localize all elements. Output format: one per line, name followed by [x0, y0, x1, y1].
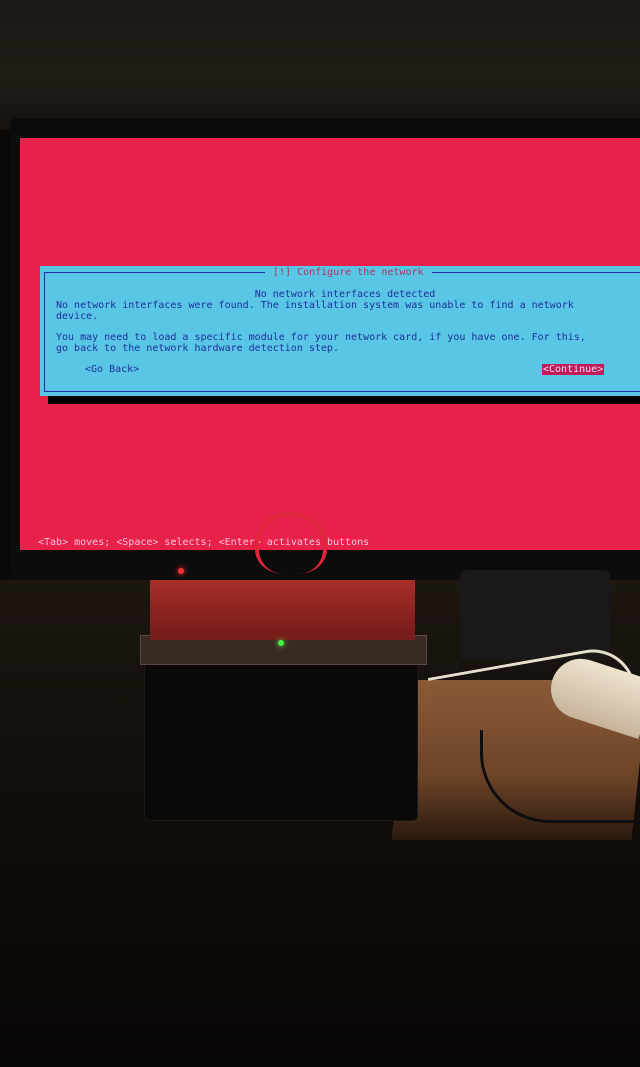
dialog-message-not-found: No network interfaces were found. The in… — [56, 300, 574, 322]
dialog-title: [!] Configure the network — [265, 267, 432, 278]
circuit-board — [150, 580, 415, 640]
red-ribbon-cable — [255, 512, 327, 574]
room-background — [0, 0, 640, 130]
dialog-heading: No network interfaces detected — [254, 289, 436, 300]
speaker — [460, 570, 610, 660]
monitor-screen: [!] Configure the network No network int… — [20, 138, 640, 550]
green-led-icon — [278, 640, 284, 646]
device-case — [145, 655, 417, 820]
continue-button[interactable]: <Continue> — [542, 364, 605, 375]
red-led-icon — [178, 568, 184, 574]
configure-network-dialog: [!] Configure the network No network int… — [40, 266, 640, 396]
dialog-message-load-module: You may need to load a specific module f… — [56, 332, 586, 354]
go-back-button[interactable]: <Go Back> — [84, 364, 140, 375]
